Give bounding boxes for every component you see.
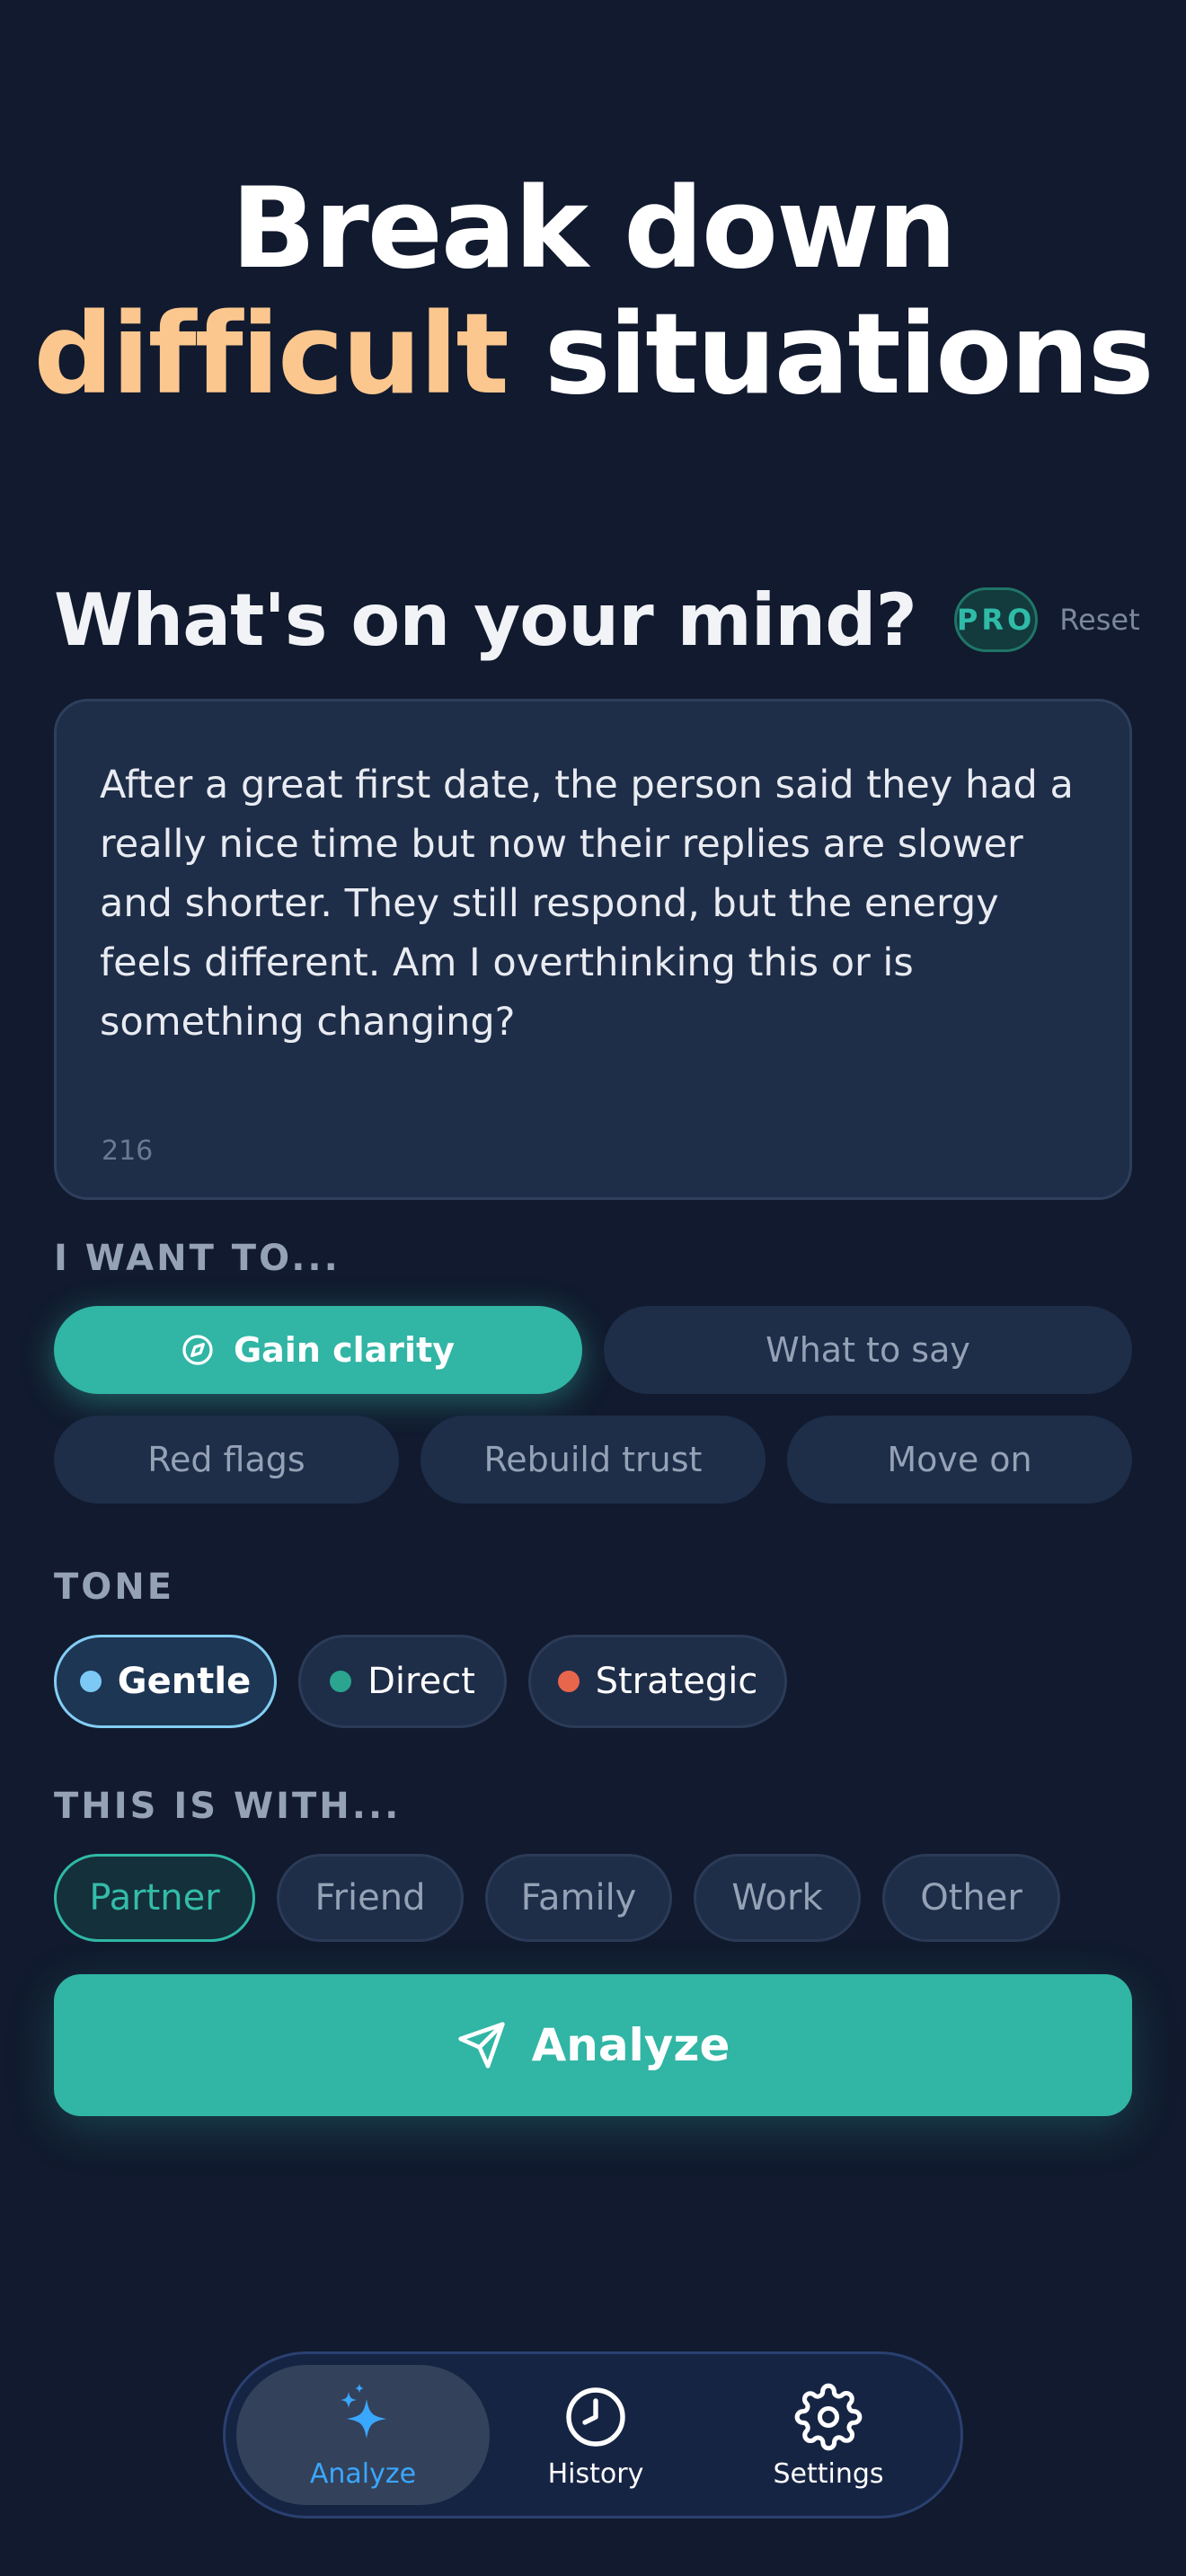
relationship-section-label: THIS IS WITH... xyxy=(54,1786,402,1827)
analyze-button[interactable]: Analyze xyxy=(54,1974,1132,2116)
tone-option-gentle[interactable]: Gentle xyxy=(54,1635,277,1728)
situation-textarea[interactable]: After a great first date, the person sai… xyxy=(54,699,1132,1200)
hero-headline: Break down difficult situations xyxy=(0,166,1186,418)
tone-option-label: Direct xyxy=(367,1661,475,1702)
hero-accent-word: difficult xyxy=(33,290,509,419)
prompt-title: What's on your mind? xyxy=(54,578,917,662)
reset-button[interactable]: Reset xyxy=(1059,603,1139,637)
relationship-option-friend[interactable]: Friend xyxy=(277,1854,464,1942)
relationship-option-partner[interactable]: Partner xyxy=(54,1854,255,1942)
tone-option-direct[interactable]: Direct xyxy=(298,1635,507,1728)
tab-label: Analyze xyxy=(309,2457,417,2490)
goal-option-label: Red flags xyxy=(147,1440,305,1479)
relationship-option-other[interactable]: Other xyxy=(882,1854,1060,1942)
hero-line-1: Break down xyxy=(231,164,957,294)
bottom-tab-bar: Analyze History Settings xyxy=(223,2351,963,2519)
goal-option-move-on[interactable]: Move on xyxy=(787,1416,1132,1504)
hero-line-2: difficult situations xyxy=(0,292,1186,418)
tone-option-label: Strategic xyxy=(595,1661,758,1702)
goal-section-label: I WANT TO... xyxy=(54,1238,341,1279)
tab-analyze[interactable]: Analyze xyxy=(236,2365,490,2505)
send-icon xyxy=(456,2020,507,2070)
tab-label: Settings xyxy=(773,2457,884,2490)
relationship-option-work[interactable]: Work xyxy=(694,1854,861,1942)
character-count: 216 xyxy=(102,1135,154,1167)
relationship-option-family[interactable]: Family xyxy=(485,1854,672,1942)
analyze-button-label: Analyze xyxy=(531,2019,730,2071)
tone-color-dot xyxy=(79,1671,102,1692)
compass-icon xyxy=(181,1334,214,1366)
prompt-header: What's on your mind? PRO Reset xyxy=(54,575,1140,665)
tab-history[interactable]: History xyxy=(469,2365,722,2505)
goal-option-gain-clarity[interactable]: Gain clarity xyxy=(54,1306,582,1394)
relationship-option-label: Work xyxy=(731,1877,823,1919)
goal-option-label: Rebuild trust xyxy=(483,1440,703,1479)
hero-rest-words: situations xyxy=(544,290,1155,419)
tab-settings[interactable]: Settings xyxy=(702,2365,955,2505)
situation-text[interactable]: After a great first date, the person sai… xyxy=(100,755,1086,1052)
relationship-option-label: Other xyxy=(920,1877,1022,1919)
clock-icon xyxy=(563,2381,628,2453)
relationship-option-label: Family xyxy=(520,1877,637,1919)
goal-option-label: What to say xyxy=(766,1330,970,1370)
goal-option-label: Move on xyxy=(887,1440,1032,1479)
tone-option-strategic[interactable]: Strategic xyxy=(528,1635,787,1728)
goal-option-red-flags[interactable]: Red flags xyxy=(54,1416,399,1504)
relationship-option-label: Friend xyxy=(314,1877,426,1919)
tone-section-label: TONE xyxy=(54,1566,175,1608)
tone-color-dot xyxy=(330,1671,352,1692)
tab-label: History xyxy=(547,2457,644,2490)
goal-option-label: Gain clarity xyxy=(233,1330,456,1370)
tone-option-label: Gentle xyxy=(117,1661,252,1702)
gear-icon xyxy=(794,2381,863,2453)
relationship-option-label: Partner xyxy=(89,1877,220,1919)
goal-option-what-to-say[interactable]: What to say xyxy=(604,1306,1132,1394)
tone-color-dot xyxy=(557,1671,580,1692)
goal-option-rebuild-trust[interactable]: Rebuild trust xyxy=(420,1416,766,1504)
pro-badge[interactable]: PRO xyxy=(953,587,1039,652)
sparkles-icon xyxy=(327,2381,399,2453)
